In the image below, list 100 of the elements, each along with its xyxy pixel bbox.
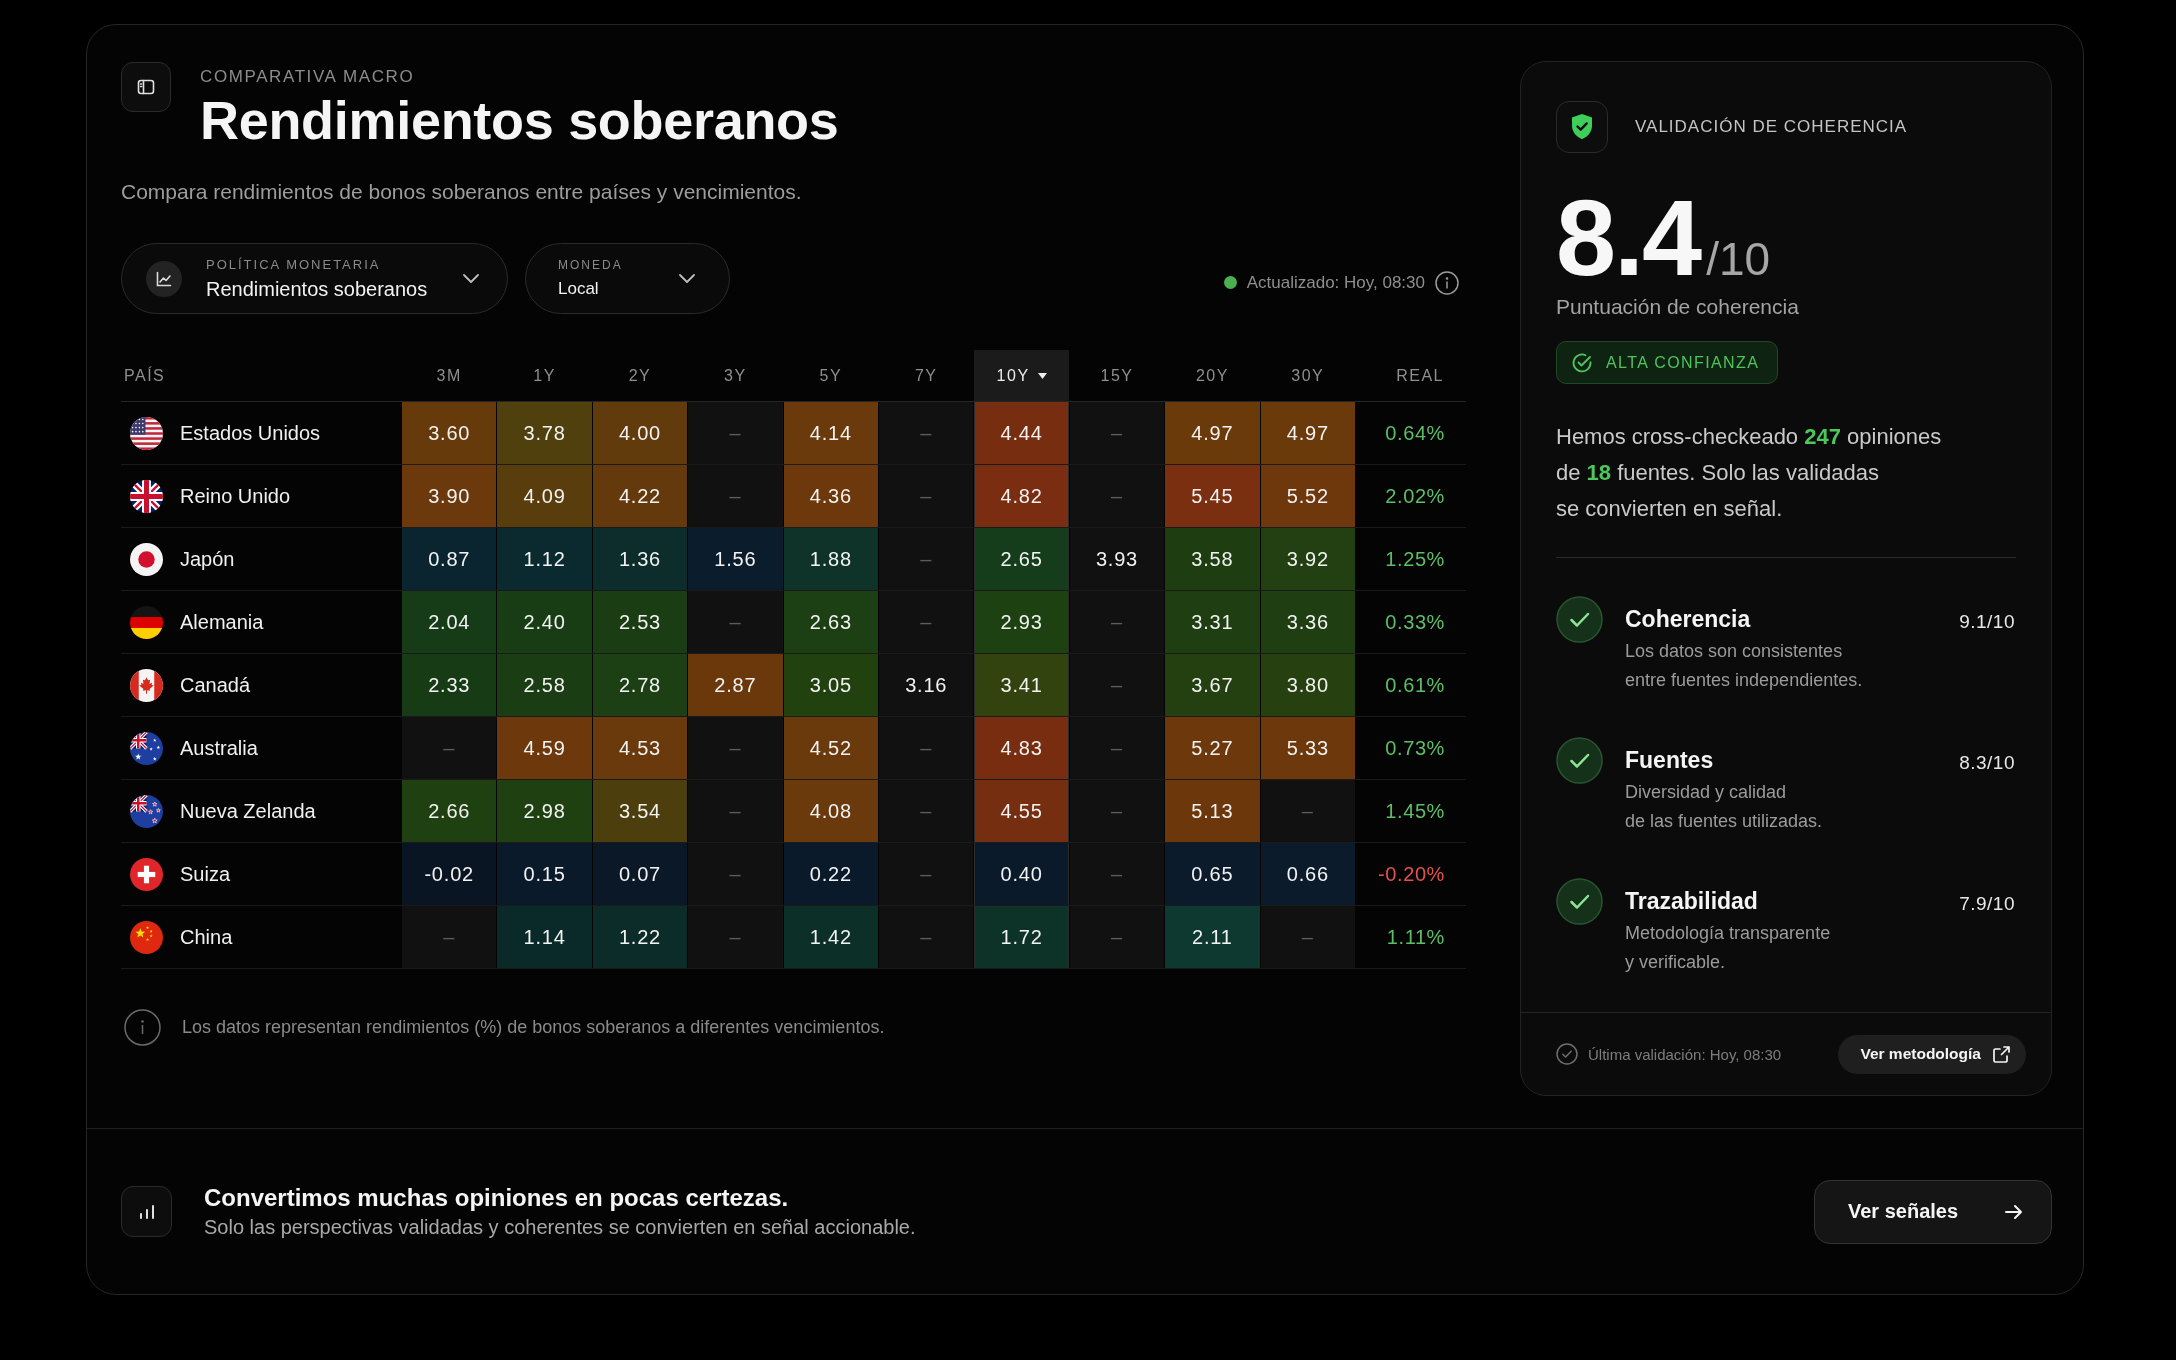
table-cell: 3.80: [1260, 654, 1355, 716]
table-cell: 0.22: [783, 843, 878, 905]
table-cell: –: [1069, 780, 1165, 842]
table-cell: 4.14: [783, 402, 878, 464]
update-time: Actualizado: Hoy, 08:30: [1246, 272, 1425, 293]
check-circle-icon: [1571, 351, 1593, 374]
score-value: 8.4: [1556, 184, 1701, 292]
table-cell: –: [688, 591, 783, 653]
japan-flag-icon: [130, 542, 163, 576]
table-cell: 5.13: [1165, 780, 1260, 842]
banner-title: Convertimos muchas opiniones en pocas certezas.: [204, 1183, 789, 1212]
table-cell: 3.67: [1165, 654, 1260, 716]
info-icon: [1435, 270, 1459, 295]
table-cell: 2.40: [497, 591, 592, 653]
column-header[interactable]: 5Y: [783, 350, 878, 401]
criterion-title: Fuentes: [1625, 746, 1714, 775]
signals-button[interactable]: Ver señales: [1814, 1179, 2052, 1244]
table-cell: 2.04: [402, 591, 497, 653]
column-header[interactable]: 3M: [402, 350, 497, 401]
table-cell: –: [688, 906, 783, 968]
check-circle-icon: [1556, 1043, 1578, 1065]
table-cell: 3.93: [1069, 528, 1165, 590]
table-cell: 2.66: [402, 780, 497, 842]
table-cell: –: [688, 843, 783, 905]
table-cell: 5.33: [1260, 717, 1355, 779]
table-cell: 1.42: [783, 906, 878, 968]
table-cell: 1.14: [497, 906, 592, 968]
table-cell: 4.97: [1165, 402, 1260, 464]
uk-flag-icon: [130, 479, 163, 513]
column-header[interactable]: 7Y: [879, 350, 974, 401]
chevron-down-icon: [679, 274, 695, 283]
table-cell: 1.22: [592, 906, 688, 968]
table-cell: 0.15: [497, 843, 592, 905]
panel-title: VALIDACIÓN DE COHERENCIA: [1635, 117, 1908, 137]
info-icon: [124, 1009, 161, 1046]
caret-down-icon: [1037, 372, 1047, 379]
column-header[interactable]: 20Y: [1165, 350, 1260, 401]
table-cell: 5.27: [1165, 717, 1260, 779]
column-header[interactable]: 10Y: [974, 350, 1069, 401]
table-cell: 2.93: [974, 591, 1069, 653]
table-cell: 0.64%: [1385, 421, 1445, 445]
table-cell: –: [1260, 906, 1355, 968]
select-dropdown[interactable]: POLÍTICA MONETARIA Rendimientos soberanos: [121, 243, 508, 314]
table-cell: –: [879, 402, 974, 464]
table-cell: –: [688, 402, 783, 464]
us-flag-icon: [130, 416, 163, 450]
criterion-description: Diversidad y calidad de las fuentes utilizadas.: [1625, 781, 1823, 833]
column-header[interactable]: 1Y: [497, 350, 592, 401]
germany-flag-icon: [130, 605, 163, 639]
country-name: China: [180, 925, 233, 949]
table-cell: 2.87: [688, 654, 783, 716]
canada-flag-icon: [130, 668, 163, 702]
criterion-description: Los datos son consistentes entre fuentes independientes.: [1625, 640, 1863, 692]
table-cell: 4.59: [497, 717, 592, 779]
table-cell: 2.11: [1165, 906, 1260, 968]
table-cell: –: [688, 465, 783, 527]
country-name: Canadá: [180, 673, 251, 697]
table-cell: 3.60: [402, 402, 497, 464]
table-cell: –: [879, 906, 974, 968]
china-flag-icon: [130, 920, 163, 954]
summary-text: Hemos cross-checkeado 247 opiniones de 18 fuentes. Solo las validadas se convierten en señal.: [1556, 423, 1942, 523]
criterion-score: 9.1/10: [1959, 610, 2015, 634]
table-cell: 1.45%: [1385, 799, 1445, 823]
column-header[interactable]: REAL: [1356, 350, 1466, 401]
confidence-label: ALTA CONFIANZA: [1606, 353, 1760, 372]
table-cell: 1.36: [592, 528, 688, 590]
external-link-icon: [1993, 1045, 2010, 1063]
column-header[interactable]: 30Y: [1260, 350, 1355, 401]
table-cell: 4.97: [1260, 402, 1355, 464]
criterion-description: Metodología transparente y verificable.: [1625, 922, 1831, 974]
column-header[interactable]: 15Y: [1069, 350, 1165, 401]
score-label: Puntuación de coherencia: [1556, 294, 1799, 320]
table-cell: 0.66: [1260, 843, 1355, 905]
chevron-down-icon: [463, 274, 479, 283]
select-dropdown[interactable]: MONEDA Local: [525, 243, 730, 314]
table-cell: 3.90: [402, 465, 497, 527]
table-cell: 3.58: [1165, 528, 1260, 590]
criterion-title: Coherencia: [1625, 605, 1751, 634]
line-chart-icon: [146, 260, 182, 297]
arrow-right-icon: [2005, 1203, 2023, 1220]
column-header[interactable]: 2Y: [592, 350, 688, 401]
methodology-button[interactable]: Ver metodología: [1838, 1034, 2026, 1074]
table-cell: -0.20%: [1378, 862, 1445, 886]
table-cell: 2.02%: [1385, 484, 1445, 508]
table-cell: –: [879, 465, 974, 527]
table-cell: –: [1069, 654, 1165, 716]
table-cell: 0.61%: [1385, 673, 1445, 697]
table-cell: –: [402, 906, 497, 968]
table-cell: –: [1069, 465, 1165, 527]
table-cell: 3.36: [1260, 591, 1355, 653]
country-name: Reino Unido: [180, 484, 291, 508]
table-cell: 2.78: [592, 654, 688, 716]
table-cell: 2.98: [497, 780, 592, 842]
table-cell: –: [879, 780, 974, 842]
table-cell: –: [402, 717, 497, 779]
column-header[interactable]: PAÍS: [121, 350, 401, 401]
table-cell: 4.00: [592, 402, 688, 464]
table-cell: 3.54: [592, 780, 688, 842]
score-max: /10: [1706, 232, 1771, 286]
column-header[interactable]: 3Y: [688, 350, 783, 401]
